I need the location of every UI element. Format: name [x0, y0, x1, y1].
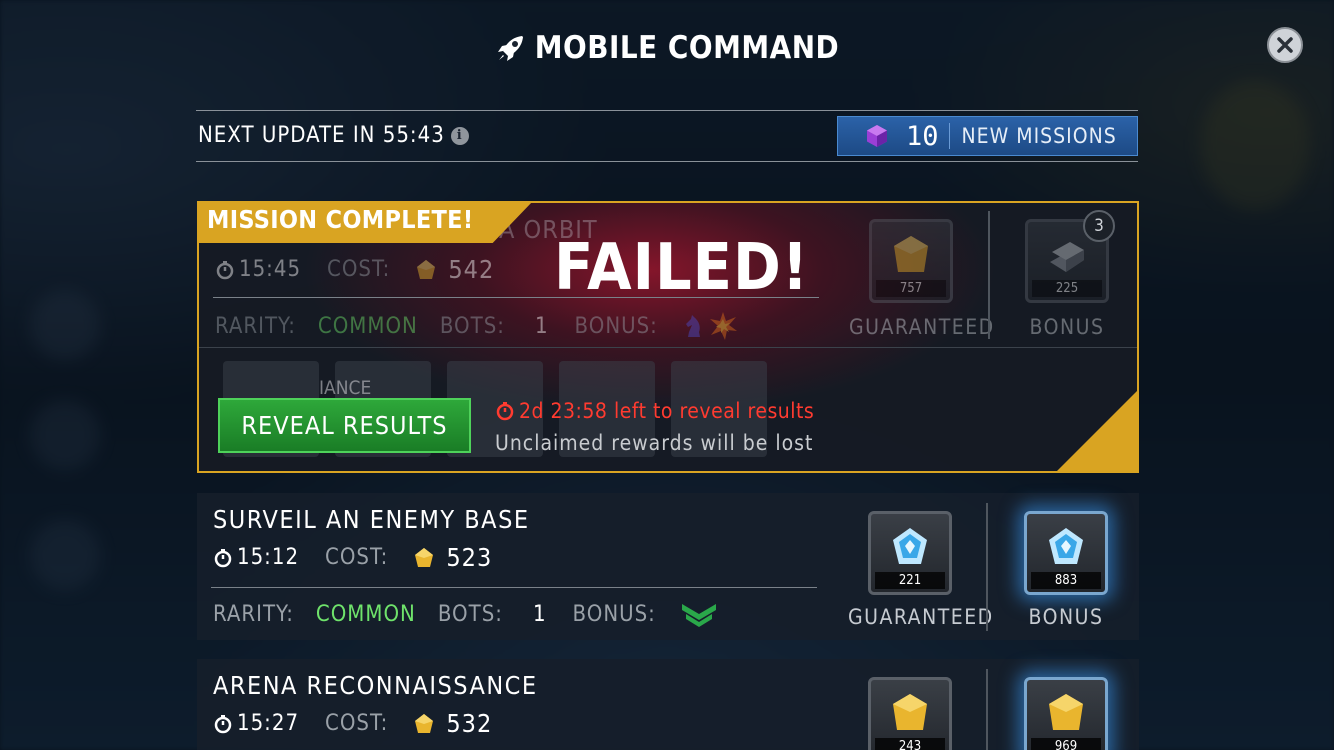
guaranteed-amount: 243	[875, 738, 945, 750]
bonus-amount: 225	[1032, 280, 1102, 297]
vertical-divider	[986, 503, 988, 631]
ore-reward-icon	[893, 694, 927, 730]
crystal-reward-icon	[1049, 528, 1083, 564]
cost-value: 542	[448, 255, 495, 284]
bonus-reward[interactable]: 883	[1024, 511, 1108, 595]
cost-label: COST:	[327, 257, 391, 282]
vertical-divider	[988, 211, 990, 339]
guaranteed-amount: 757	[876, 280, 946, 297]
guaranteed-amount: 221	[875, 572, 945, 589]
reveal-warning: Unclaimed rewards will be lost	[495, 431, 814, 455]
next-update: NEXT UPDATE IN 55:43 i	[198, 123, 469, 148]
new-missions-label: NEW MISSIONS	[961, 124, 1117, 148]
mission-timer: 15:45	[215, 257, 301, 282]
divider	[199, 347, 1137, 348]
reveal-timer: 2d 23:58 left to reveal results	[495, 399, 814, 423]
guaranteed-label: GUARANTEED	[848, 605, 994, 629]
stopwatch-icon	[214, 714, 232, 733]
bots-label: BOTS:	[437, 601, 503, 627]
corner-accent	[1055, 389, 1139, 473]
ore-reward-icon	[1049, 694, 1083, 730]
modal-title: MOBILE COMMAND	[0, 30, 1334, 66]
faded-text: IANCE	[319, 377, 372, 399]
cost-label: COST:	[325, 711, 389, 736]
new-missions-count: 10	[906, 120, 939, 152]
vertical-divider	[986, 669, 988, 750]
mission-name: ARENA RECONNAISSANCE	[213, 671, 538, 700]
next-update-label: NEXT UPDATE IN 55:43	[198, 123, 445, 148]
guaranteed-reward[interactable]: 757	[869, 219, 953, 303]
divider	[211, 587, 817, 588]
ore-icon	[417, 259, 436, 279]
close-icon	[1277, 37, 1293, 53]
bonus-amount: 883	[1031, 572, 1101, 589]
bonus-reward-label: BONUS	[1028, 605, 1104, 629]
guaranteed-reward[interactable]: 243	[868, 677, 952, 750]
rarity-label: RARITY:	[215, 313, 296, 339]
guaranteed-reward[interactable]: 221	[868, 511, 952, 595]
update-bar: NEXT UPDATE IN 55:43 i 10 NEW MISSIONS	[196, 110, 1138, 162]
alloy-reward-icon	[1050, 242, 1084, 272]
gem-icon	[867, 125, 887, 147]
bots-label: BOTS:	[439, 313, 505, 339]
bots-value: 1	[534, 313, 549, 339]
bonus-reward-label: BONUS	[1029, 315, 1105, 339]
bonus-label: BONUS:	[574, 313, 658, 339]
mission-card[interactable]: SURVEIL AN ENEMY BASE 15:12 COST: 523 RA…	[197, 493, 1139, 640]
mission-details-row: RARITY: COMMON BOTS: 1 BONUS:	[213, 600, 718, 628]
ore-icon	[415, 547, 434, 567]
mission-card[interactable]: ARENA RECONNAISSANCE 15:27 COST: 532 243…	[197, 659, 1139, 750]
cost-value: 523	[446, 543, 493, 572]
cost-value: 532	[446, 709, 493, 738]
timer-value: 15:12	[237, 545, 300, 570]
ore-reward-icon	[894, 236, 928, 272]
reveal-timer-text: 2d 23:58 left to reveal results	[519, 399, 815, 423]
crystal-reward-icon	[893, 528, 927, 564]
mission-meta-row: 15:27 COST: 532	[213, 709, 492, 738]
title-text: MOBILE COMMAND	[534, 30, 840, 66]
mission-details-row: RARITY: COMMON BOTS: 1 BONUS:	[215, 311, 738, 341]
mission-meta-row: 15:45 COST: 542	[215, 255, 494, 284]
mission-meta-row: 15:12 COST: 523	[213, 543, 492, 572]
stopwatch-icon	[496, 402, 514, 421]
explosion-icon	[709, 312, 737, 340]
completed-mission-card[interactable]: A ORBIT MISSION COMPLETE! FAILED! 15:45 …	[197, 201, 1139, 473]
close-button[interactable]	[1267, 27, 1303, 63]
mission-complete-banner: MISSION COMPLETE!	[197, 201, 533, 243]
knight-icon	[685, 315, 700, 337]
failed-status: FAILED!	[554, 231, 810, 305]
chevron-wings-icon	[681, 604, 716, 627]
mission-name: SURVEIL AN ENEMY BASE	[213, 505, 530, 534]
ore-icon	[415, 713, 434, 733]
stopwatch-icon	[214, 548, 232, 567]
stopwatch-icon	[216, 260, 234, 279]
divider	[213, 297, 819, 298]
bonus-reward[interactable]: 969	[1024, 677, 1108, 750]
cost-label: COST:	[325, 545, 389, 570]
bonus-amount: 969	[1031, 738, 1101, 750]
rarity-value: COMMON	[315, 601, 416, 627]
info-icon[interactable]: i	[450, 126, 469, 145]
bots-value: 1	[532, 601, 547, 627]
new-missions-button[interactable]: 10 NEW MISSIONS	[837, 116, 1138, 156]
timer-value: 15:45	[239, 257, 302, 282]
rarity-label: RARITY:	[213, 601, 294, 627]
bonus-label: BONUS:	[572, 601, 656, 627]
rarity-value: COMMON	[317, 313, 418, 339]
rocket-icon	[497, 36, 523, 61]
mission-timer: 15:27	[213, 711, 299, 736]
reveal-results-button[interactable]: REVEAL RESULTS	[218, 398, 471, 453]
guaranteed-label: GUARANTEED	[849, 315, 995, 339]
timer-value: 15:27	[237, 711, 300, 736]
mission-timer: 15:12	[213, 545, 299, 570]
bonus-count-badge: 3	[1083, 210, 1115, 242]
separator	[948, 123, 950, 149]
